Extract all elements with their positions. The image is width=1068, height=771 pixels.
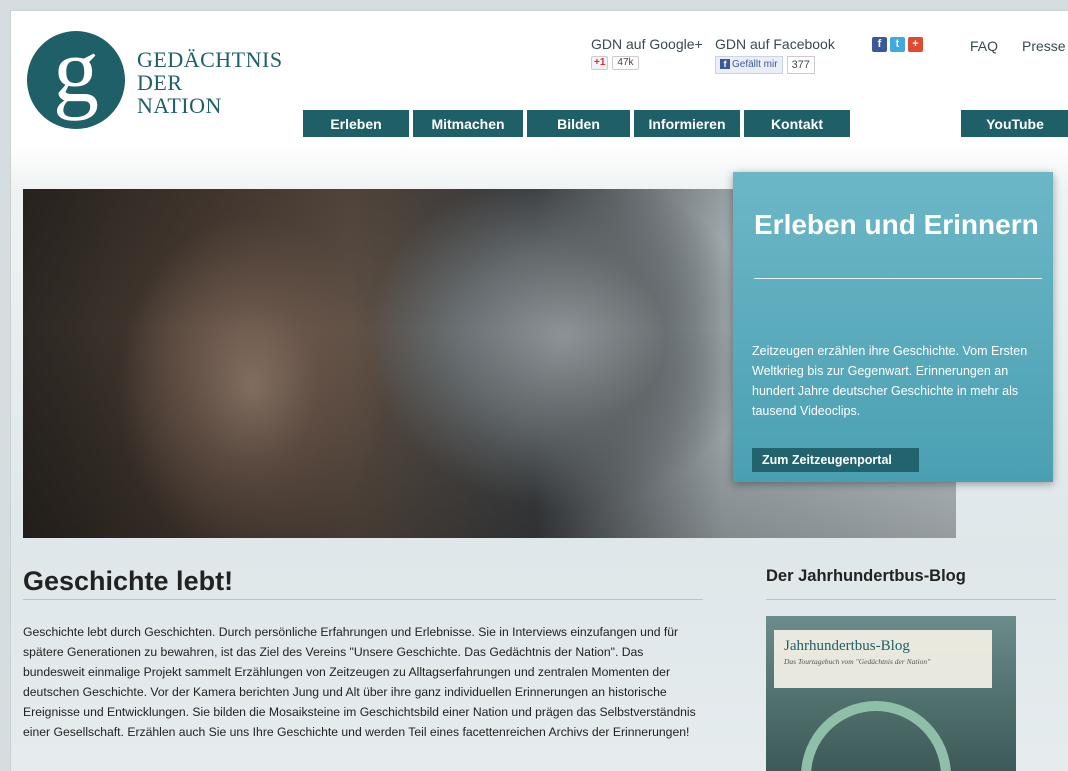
google-plus-label[interactable]: GDN auf Google+ [591, 36, 703, 52]
logo-line-3: NATION [137, 93, 222, 118]
nav-erleben[interactable]: Erleben [303, 110, 409, 137]
nav-kontakt[interactable]: Kontakt [744, 110, 850, 137]
facebook-like-button[interactable]: f Gefällt mir [715, 56, 783, 74]
logo-line-2: DER [137, 70, 183, 95]
heading-divider [23, 599, 703, 600]
nav-youtube[interactable]: YouTube [961, 110, 1068, 137]
nav-mitmachen[interactable]: Mitmachen [413, 110, 523, 137]
facebook-like-count: 377 [786, 56, 815, 74]
logo-line-1: GEDÄCHTNIS [137, 47, 283, 72]
crown-illustration [801, 701, 951, 771]
nav-bilden[interactable]: Bilden [527, 110, 630, 137]
google-plus-icon[interactable]: + [908, 37, 923, 52]
page-frame: g GEDÄCHTNIS DER NATION GDN auf Google+ … [10, 10, 1068, 771]
faq-link[interactable]: FAQ [970, 38, 998, 54]
teaser-text: Zeitzeugen erzählen ihre Geschichte. Vom… [752, 344, 1028, 418]
logo-mark[interactable]: g [27, 24, 125, 129]
intro-paragraph: Geschichte lebt durch Geschichten. Durch… [23, 625, 696, 739]
google-plus-block: GDN auf Google+ +1 47k [591, 36, 703, 70]
facebook-icon[interactable]: f [872, 37, 887, 52]
zeitzeugenportal-button[interactable]: Zum Zeitzeugenportal [752, 448, 919, 472]
presse-link[interactable]: Presse [1022, 38, 1066, 54]
facebook-block: GDN auf Facebook f Gefällt mir 377 [715, 36, 835, 74]
page-heading: Geschichte lebt! [23, 566, 234, 596]
logo-wordmark[interactable]: GEDÄCHTNIS DER NATION [137, 48, 283, 117]
google-plus-count: 47k [612, 56, 639, 70]
teaser-divider [754, 278, 1042, 279]
blog-section-divider [766, 599, 1056, 600]
blog-card-title: Jahrhundertbus-Blog [784, 638, 910, 654]
blog-card-subtitle: Das Tourtagebuch vom "Gedächtnis der Nat… [784, 657, 931, 666]
blog-section-title: Der Jahrhundertbus-Blog [766, 567, 966, 585]
twitter-icon[interactable]: t [890, 37, 905, 52]
facebook-like-icon: f [720, 59, 730, 69]
google-plus-one-button[interactable]: +1 [591, 56, 609, 70]
facebook-like-label: Gefällt mir [732, 59, 778, 70]
facebook-label[interactable]: GDN auf Facebook [715, 36, 835, 52]
blog-teaser-image[interactable]: Jahrhundertbus-Blog Das Tourtagebuch vom… [766, 616, 1016, 771]
teaser-box: Erleben und Erinnern Zeitzeugen erzählen… [733, 172, 1053, 482]
teaser-title: Erleben und Erinnern [754, 209, 1039, 240]
nav-informieren[interactable]: Informieren [634, 110, 740, 137]
blog-card: Jahrhundertbus-Blog Das Tourtagebuch vom… [774, 630, 992, 688]
